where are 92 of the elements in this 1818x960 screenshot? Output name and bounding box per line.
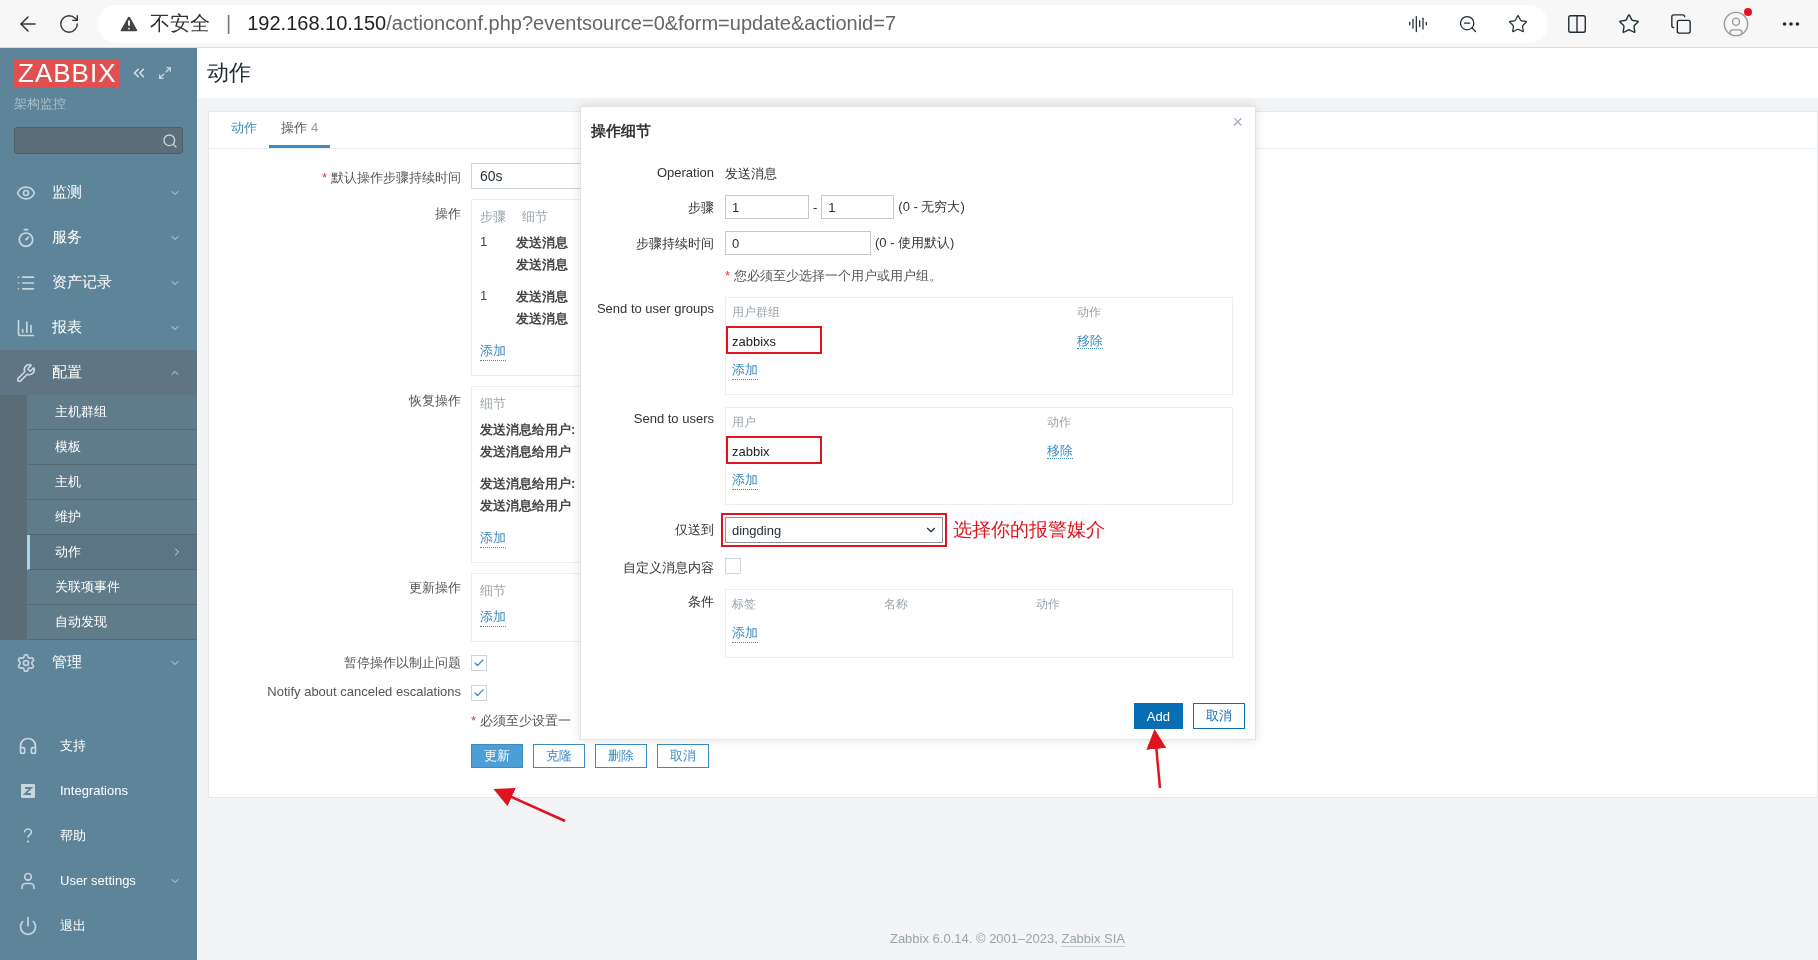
column-header: 标签 — [732, 596, 757, 613]
menu-item[interactable]: 配置 — [0, 350, 197, 395]
field-label: 步骤 — [687, 199, 714, 217]
menu-item[interactable]: 服务 — [0, 215, 197, 260]
form-button[interactable]: 删除 — [595, 744, 647, 768]
column-header: 细节 — [480, 582, 506, 600]
add-link[interactable]: 添加 — [732, 471, 758, 490]
field-label: 操作 — [434, 205, 461, 223]
add-link[interactable]: 添加 — [732, 624, 758, 643]
tab[interactable]: 动作 — [219, 119, 269, 148]
subtitle: 架构监控 — [13, 95, 67, 113]
menu-item[interactable]: 资产记录 — [0, 260, 197, 305]
field-label: 步骤持续时间 — [635, 235, 714, 253]
column-header: 步骤 — [480, 208, 506, 226]
field-label: 暂停操作以制止问题 — [343, 654, 461, 672]
remove-link[interactable]: 移除 — [1047, 443, 1073, 459]
hint-text: (0 - 使用默认) — [875, 234, 955, 252]
security-label: 不安全 — [150, 11, 210, 36]
dialog-button[interactable]: Add — [1133, 703, 1183, 729]
menu-item[interactable]: 监测 — [0, 170, 197, 215]
dialog-button[interactable]: 取消 — [1193, 703, 1245, 729]
table-cell: 发送消息给用户: — [480, 475, 576, 493]
submenu-item[interactable]: 自动发现 — [27, 605, 197, 640]
footer-link[interactable]: Zabbix SIA — [1061, 931, 1126, 947]
logo[interactable]: ZABBIX — [14, 59, 121, 87]
menu-item[interactable]: User settings — [0, 858, 197, 903]
column-header: 动作 — [1036, 596, 1061, 613]
menu-item[interactable]: 帮助 — [0, 813, 197, 858]
field-label: 条件 — [687, 593, 714, 611]
submenu-item[interactable]: 模板 — [27, 430, 197, 465]
separator: | — [226, 12, 232, 35]
form-button[interactable]: 克隆 — [533, 744, 585, 768]
dash: - — [813, 199, 818, 215]
field-label: * 默认操作步骤持续时间 — [320, 169, 461, 187]
field-value: 发送消息 — [725, 165, 778, 183]
table-cell-text: 1 — [480, 288, 489, 305]
submenu-item[interactable]: 维护 — [27, 500, 197, 535]
tab[interactable]: 操作 4 — [269, 119, 331, 148]
menu-item[interactable]: 报表 — [0, 305, 197, 350]
field-label: Send to user groups — [595, 300, 714, 316]
table-cell: 发送消息 — [516, 310, 568, 328]
table-cell: 发送消息 — [516, 256, 568, 274]
field-label: 仅送到 — [674, 521, 714, 539]
submenu-item[interactable]: 主机群组 — [27, 395, 197, 430]
required-note: * 您必须至少选择一个用户或用户组。 — [725, 267, 943, 285]
url-text: 192.168.10.150/actionconf.php?eventsource=0&form=update&actionid=7 — [247, 12, 897, 35]
table-cell: zabbixs — [732, 333, 777, 349]
submenu-item[interactable]: 动作 — [27, 535, 197, 570]
column-header: 名称 — [884, 596, 909, 613]
hint-text: (0 - 无穷大) — [898, 198, 965, 216]
field-label: 自定义消息内容 — [622, 559, 714, 577]
table-cell: zabbix — [732, 443, 770, 459]
add-link[interactable]: 添加 — [480, 608, 506, 627]
dialog-title: 操作细节 — [591, 122, 651, 141]
annotation-text: 选择你的报警媒介 — [953, 518, 1105, 542]
field-label: Operation — [655, 164, 714, 180]
column-header: 细节 — [480, 395, 506, 413]
form-button[interactable]: 更新 — [471, 744, 523, 768]
column-header: 用户 — [732, 414, 757, 431]
address-bar[interactable]: 不安全 | 192.168.10.150/actionconf.php?eventsource=0&form=update&actionid=7 — [98, 4, 1548, 43]
add-link[interactable]: 添加 — [480, 342, 506, 361]
menu-item[interactable]: Integrations — [0, 768, 197, 813]
footer-text: Zabbix 6.0.14. © 2001–2023, — [889, 931, 1059, 946]
submenu-item[interactable]: 关联项事件 — [27, 570, 197, 605]
required-note: * 必须至少设置一 — [471, 712, 572, 730]
remove-link[interactable]: 移除 — [1077, 333, 1103, 349]
table-cell: 发送消息 — [516, 234, 568, 252]
table-cell-text: 发送消息给用户 — [480, 443, 572, 461]
column-header: 细节 — [522, 208, 548, 226]
input-field[interactable]: 0 — [725, 231, 871, 255]
column-header: 动作 — [1077, 304, 1102, 321]
column-header: 动作 — [1047, 414, 1072, 431]
close-button[interactable]: × — [1226, 111, 1249, 134]
table-cell: 发送消息给用户: — [480, 421, 576, 439]
menu-item[interactable]: 支持 — [0, 723, 197, 768]
input-field[interactable]: 1 — [725, 195, 809, 219]
menu-item[interactable]: 管理 — [0, 640, 197, 685]
field-label: Send to users — [632, 410, 714, 426]
menu-item[interactable]: 退出 — [0, 903, 197, 948]
add-link[interactable]: 添加 — [480, 529, 506, 548]
submenu-item[interactable]: 主机 — [27, 465, 197, 500]
table-cell: 发送消息 — [516, 288, 568, 306]
page-title: 动作 — [207, 59, 251, 87]
form-button[interactable]: 取消 — [657, 744, 709, 768]
column-header: 用户群组 — [732, 304, 781, 321]
add-link[interactable]: 添加 — [732, 361, 758, 380]
field-label: 更新操作 — [408, 579, 461, 597]
table-cell-text: 发送消息给用户 — [480, 497, 572, 515]
input-field[interactable]: 1 — [821, 195, 895, 219]
field-label: 恢复操作 — [408, 392, 461, 410]
table-cell-text: 1 — [480, 234, 489, 251]
field-label: Notify about canceled escalations — [266, 683, 461, 699]
